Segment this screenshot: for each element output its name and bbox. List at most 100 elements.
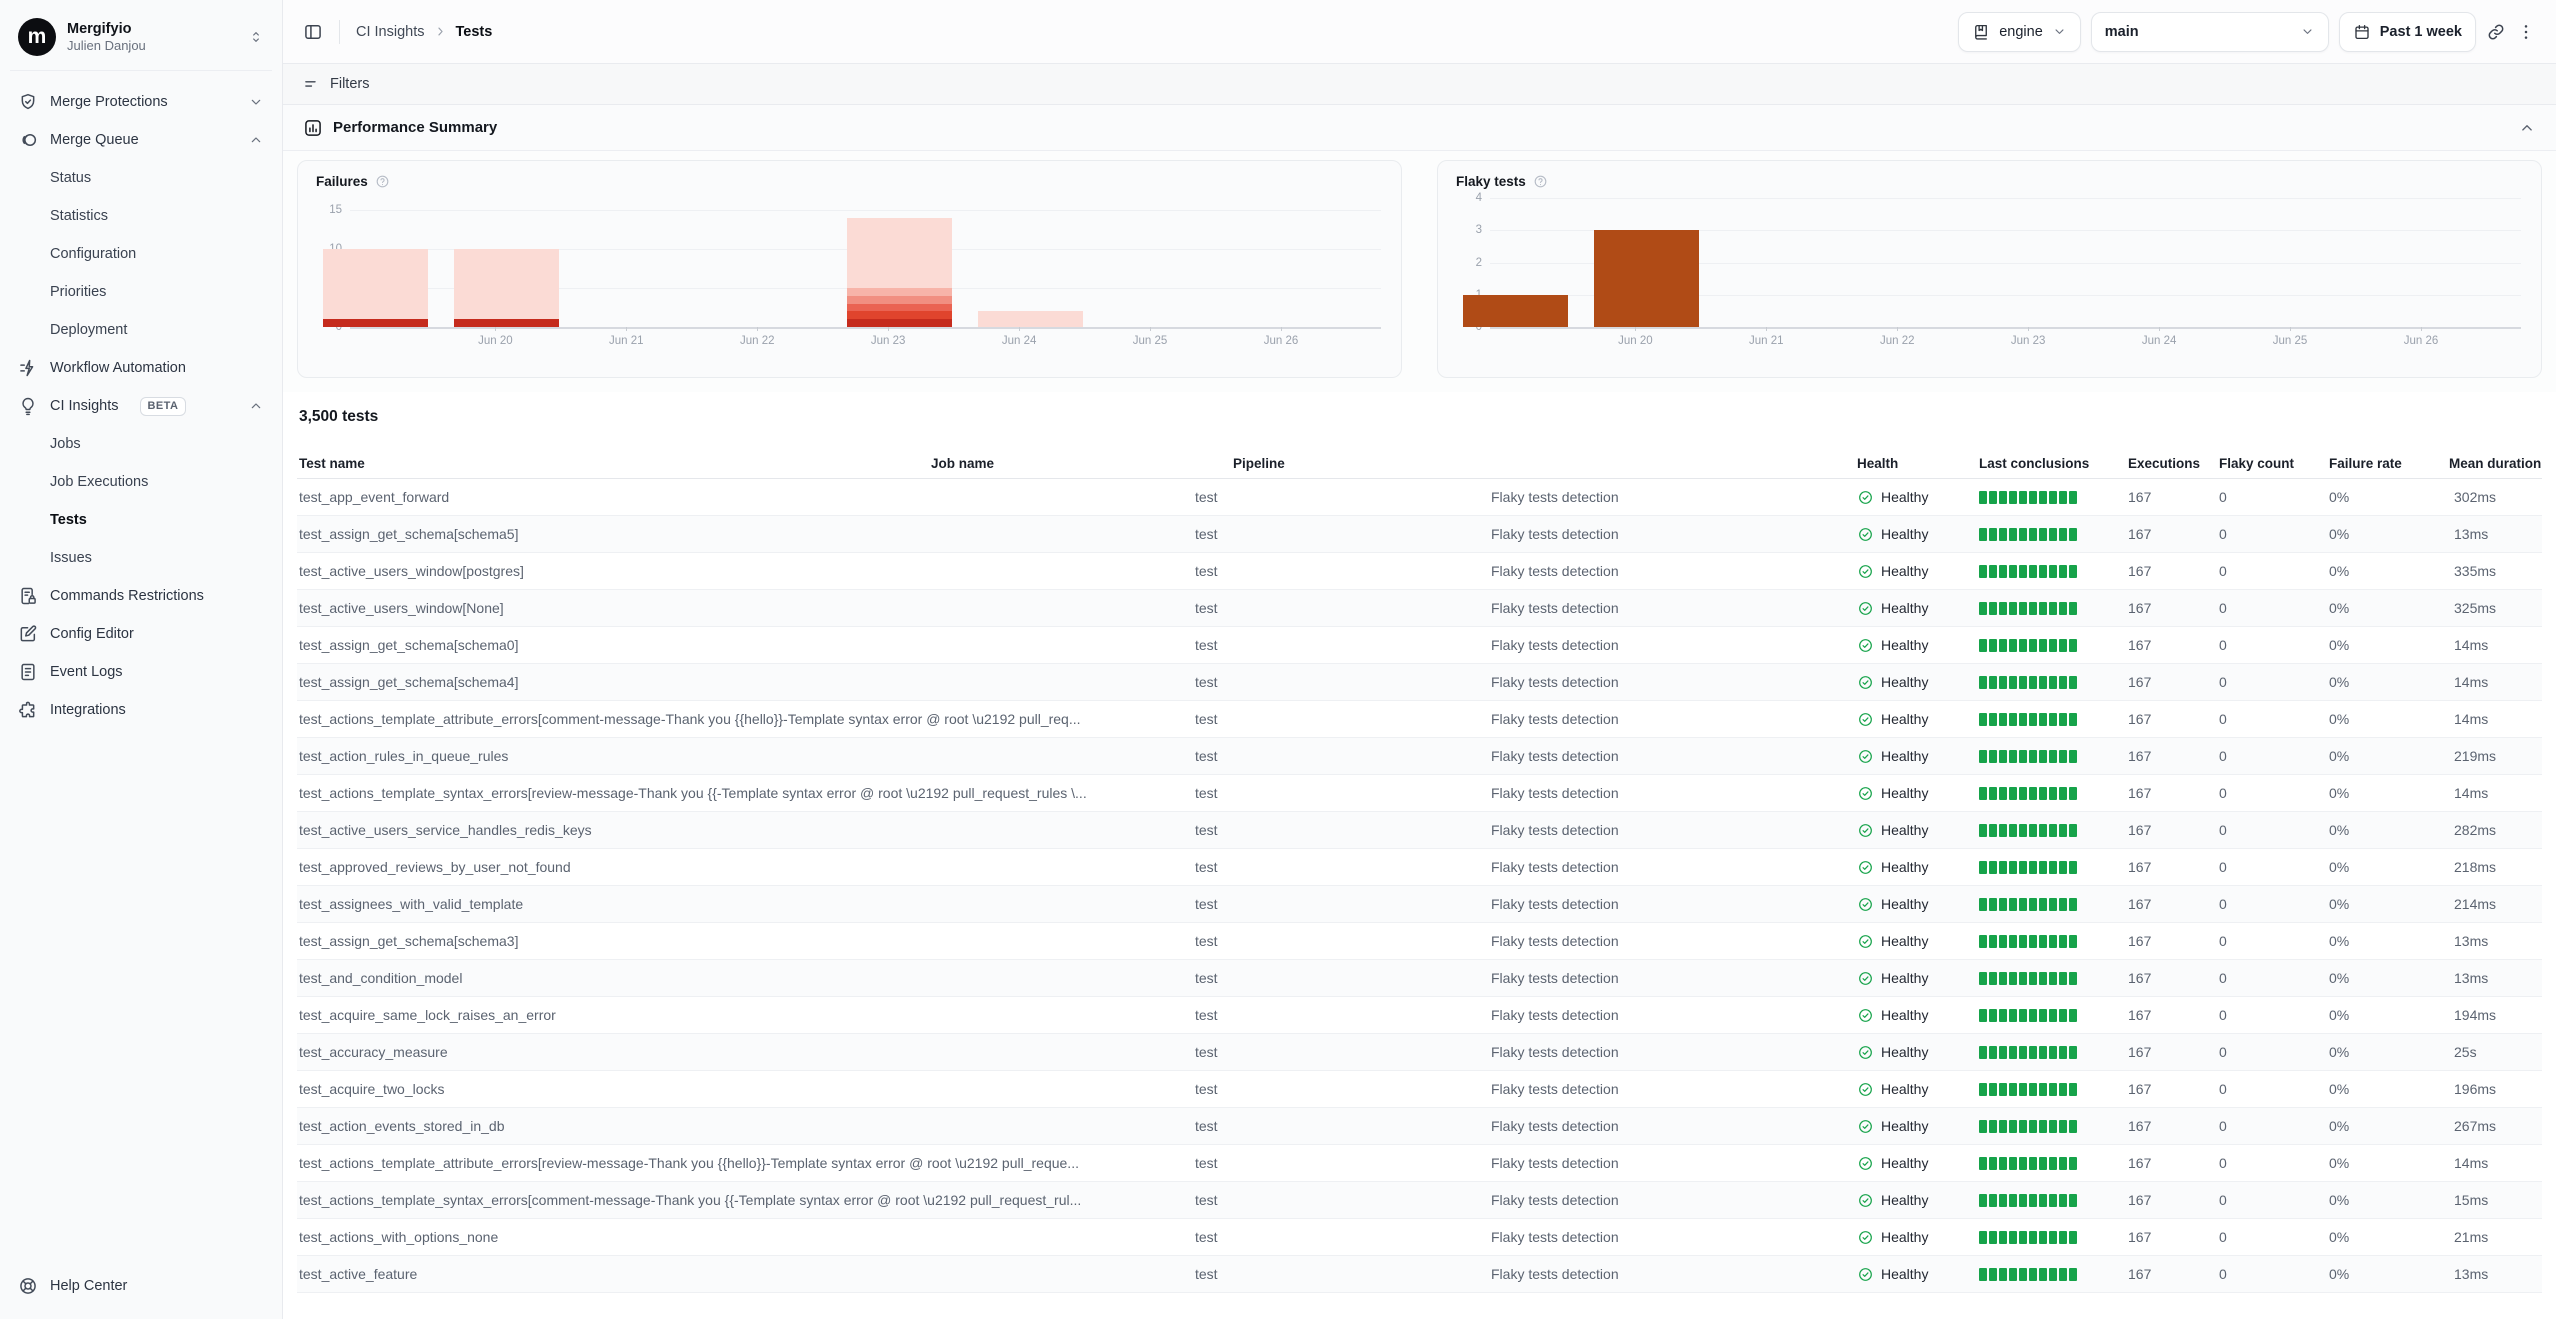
cell-health: Healthy <box>1857 748 1979 765</box>
sidebar-item-jobs[interactable]: Jobs <box>10 425 272 463</box>
cell-pipeline: Flaky tests detection <box>1491 748 1857 764</box>
table-row[interactable]: test_acquire_two_lockstestFlaky tests de… <box>297 1071 2542 1108</box>
org-user: Julien Danjou <box>67 38 237 54</box>
table-row[interactable]: test_approved_reviews_by_user_not_foundt… <box>297 849 2542 886</box>
sidebar-item-commands-restrictions[interactable]: Commands Restrictions <box>10 577 272 615</box>
health-label: Healthy <box>1881 859 1928 875</box>
sidebar-item-status[interactable]: Status <box>10 159 272 197</box>
sidebar-item-configuration[interactable]: Configuration <box>10 235 272 273</box>
table-row[interactable]: test_assign_get_schema[schema3]testFlaky… <box>297 923 2542 960</box>
cell-last-conclusions <box>1979 861 2128 874</box>
table-row[interactable]: test_assign_get_schema[schema5]testFlaky… <box>297 516 2542 553</box>
repository-select[interactable]: engine <box>1958 12 2081 52</box>
sidebar-item-merge-queue[interactable]: Merge Queue <box>10 121 272 159</box>
cell-executions: 167 <box>2128 1007 2219 1023</box>
table-row[interactable]: test_actions_template_syntax_errors[revi… <box>297 775 2542 812</box>
table-row[interactable]: test_actions_template_attribute_errors[c… <box>297 701 2542 738</box>
cell-test-name: test_assign_get_schema[schema0] <box>299 637 1195 653</box>
conclusion-square <box>1999 565 2007 578</box>
conclusion-square <box>2029 750 2037 763</box>
failures-bar-jun-23-seg1 <box>847 319 952 327</box>
filter-icon <box>303 76 320 93</box>
sidebar-toggle-icon[interactable] <box>303 22 323 42</box>
cell-mean-duration: 194ms <box>2454 1007 2542 1023</box>
table-row[interactable]: test_active_users_service_handles_redis_… <box>297 812 2542 849</box>
table-row[interactable]: test_actions_with_options_nonetestFlaky … <box>297 1219 2542 1256</box>
check-circle-icon <box>1857 563 1874 580</box>
topbar-right: engine main Past 1 week <box>1958 12 2536 52</box>
sidebar-item-priorities[interactable]: Priorities <box>10 273 272 311</box>
sidebar-item-label: CI Insights <box>50 398 119 414</box>
table-row[interactable]: test_active_featuretestFlaky tests detec… <box>297 1256 2542 1293</box>
conclusion-square <box>1979 935 1987 948</box>
copy-link-icon[interactable] <box>2486 22 2506 42</box>
sidebar-item-event-logs[interactable]: Event Logs <box>10 653 272 691</box>
x-axis-tick-label: Jun 25 <box>2273 335 2308 347</box>
x-axis-tick-label: Jun 24 <box>1002 335 1037 347</box>
table-row[interactable]: test_acquire_same_lock_raises_an_errorte… <box>297 997 2542 1034</box>
table-row[interactable]: test_and_condition_modeltestFlaky tests … <box>297 960 2542 997</box>
conclusion-square <box>2029 1009 2037 1022</box>
conclusion-square <box>1979 898 1987 911</box>
conclusion-square <box>2019 824 2027 837</box>
sidebar-item-job-executions[interactable]: Job Executions <box>10 463 272 501</box>
sidebar-item-tests[interactable]: Tests <box>10 501 272 539</box>
sidebar-item-workflow-automation[interactable]: Workflow Automation <box>10 349 272 387</box>
cell-job-name: test <box>1195 674 1491 690</box>
x-axis-tick-label: Jun 21 <box>1749 335 1784 347</box>
cell-test-name: test_active_users_window[None] <box>299 600 1195 616</box>
sidebar-item-ci-insights[interactable]: CI InsightsBETA <box>10 387 272 425</box>
conclusion-square <box>2029 1157 2037 1170</box>
conclusion-square <box>1989 1120 1997 1133</box>
table-row[interactable]: test_actions_template_syntax_errors[comm… <box>297 1182 2542 1219</box>
table-row[interactable]: test_active_users_window[None]testFlaky … <box>297 590 2542 627</box>
conclusion-square <box>2019 750 2027 763</box>
cell-last-conclusions <box>1979 676 2128 689</box>
table-row[interactable]: test_assign_get_schema[schema0]testFlaky… <box>297 627 2542 664</box>
table-row[interactable]: test_action_events_stored_in_dbtestFlaky… <box>297 1108 2542 1145</box>
breadcrumb-ci-insights[interactable]: CI Insights <box>356 24 425 40</box>
cell-executions: 167 <box>2128 637 2219 653</box>
table-row[interactable]: test_accuracy_measuretestFlaky tests det… <box>297 1034 2542 1071</box>
conclusion-square <box>2059 787 2067 800</box>
sidebar-item-merge-protections[interactable]: Merge Protections <box>10 83 272 121</box>
x-axis-tick-mark <box>1897 327 1898 331</box>
sidebar-item-statistics[interactable]: Statistics <box>10 197 272 235</box>
table-row[interactable]: test_action_rules_in_queue_rulestestFlak… <box>297 738 2542 775</box>
gridline-y15 <box>350 210 1381 211</box>
sidebar-item-help-center[interactable]: Help Center <box>10 1267 272 1305</box>
cell-executions: 167 <box>2128 748 2219 764</box>
conclusion-square <box>2049 639 2057 652</box>
collapse-chevron-up-icon[interactable] <box>2518 119 2536 137</box>
kebab-menu-icon[interactable] <box>2516 22 2536 42</box>
table-row[interactable]: test_assignees_with_valid_templatetestFl… <box>297 886 2542 923</box>
conclusion-square <box>1989 713 1997 726</box>
failures-bar-jun-23-seg3 <box>847 304 952 312</box>
branch-select[interactable]: main <box>2091 12 2329 52</box>
table-row[interactable]: test_app_event_forwardtestFlaky tests de… <box>297 479 2542 516</box>
sidebar-item-deployment[interactable]: Deployment <box>10 311 272 349</box>
x-axis-tick-label: Jun 22 <box>740 335 775 347</box>
sidebar-item-config-editor[interactable]: Config Editor <box>10 615 272 653</box>
sidebar-item-integrations[interactable]: Integrations <box>10 691 272 729</box>
filters-button[interactable]: Filters <box>330 76 369 92</box>
tests-count: 3,500 tests <box>297 408 2542 426</box>
sidebar-item-issues[interactable]: Issues <box>10 539 272 577</box>
help-circle-icon[interactable] <box>1533 174 1548 189</box>
org-switcher[interactable]: m Mergifyio Julien Danjou <box>10 10 272 71</box>
health-label: Healthy <box>1881 748 1928 764</box>
cell-mean-duration: 219ms <box>2454 748 2542 764</box>
life-buoy-icon <box>18 1276 38 1296</box>
time-period-button[interactable]: Past 1 week <box>2339 12 2476 52</box>
table-row[interactable]: test_active_users_window[postgres]testFl… <box>297 553 2542 590</box>
chevrons-updown-icon <box>248 29 264 45</box>
conclusion-square <box>2029 1194 2037 1207</box>
help-circle-icon[interactable] <box>375 174 390 189</box>
table-row[interactable]: test_actions_template_attribute_errors[r… <box>297 1145 2542 1182</box>
health-label: Healthy <box>1881 526 1928 542</box>
conclusion-square <box>2069 898 2077 911</box>
table-row[interactable]: test_assign_get_schema[schema4]testFlaky… <box>297 664 2542 701</box>
cell-mean-duration: 302ms <box>2454 489 2542 505</box>
conclusion-square <box>2059 1231 2067 1244</box>
conclusion-square <box>2009 565 2017 578</box>
